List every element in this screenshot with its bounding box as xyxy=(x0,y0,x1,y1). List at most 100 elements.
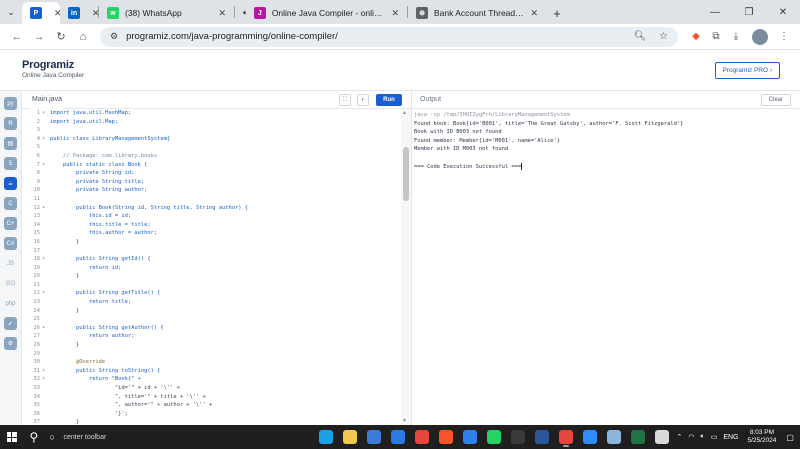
code-line[interactable]: 18 ▾ public String getId() { xyxy=(22,255,400,264)
fold-chevron-icon[interactable] xyxy=(42,350,50,359)
back-icon[interactable]: ← xyxy=(6,31,28,43)
code-line[interactable]: 13 this.id = id; xyxy=(22,212,400,221)
forward-icon[interactable]: → xyxy=(28,31,50,43)
code-line[interactable]: 29 xyxy=(22,350,400,359)
excel-icon[interactable] xyxy=(628,427,648,447)
php-icon[interactable]: php xyxy=(4,297,17,310)
fold-chevron-icon[interactable]: ▾ xyxy=(42,135,50,144)
code-line[interactable]: 36 '}'; xyxy=(22,410,400,419)
search-icon[interactable]: ⚲ xyxy=(23,430,44,444)
volume-icon[interactable]: 🔈︎ xyxy=(701,433,705,441)
fold-chevron-icon[interactable] xyxy=(42,178,50,187)
reload-icon[interactable]: ↻ xyxy=(50,30,72,43)
tray-overflow-chevron-icon[interactable]: ⌃ xyxy=(677,433,683,441)
code-line[interactable]: 27 return author; xyxy=(22,332,400,341)
html-icon[interactable]: 5 xyxy=(4,157,17,170)
word-icon[interactable] xyxy=(532,427,552,447)
code-line[interactable]: 32 ▾ return "Book{" + xyxy=(22,375,400,384)
fold-chevron-icon[interactable] xyxy=(42,126,50,135)
fold-chevron-icon[interactable]: ▾ xyxy=(42,375,50,384)
fold-chevron-icon[interactable] xyxy=(42,152,50,161)
chrome-active-icon[interactable] xyxy=(556,427,576,447)
code-line[interactable]: 12 ▾ public Book(String id, String title,… xyxy=(22,204,400,213)
fold-chevron-icon[interactable]: ▾ xyxy=(42,289,50,298)
brave-icon[interactable] xyxy=(436,427,456,447)
fold-chevron-icon[interactable] xyxy=(42,281,50,290)
tab-bank-account[interactable]: ⊛ Bank Account Threads Simulati ✕ xyxy=(408,2,546,24)
programiz-pro-button[interactable]: Programiz PRO › xyxy=(714,62,780,79)
fold-chevron-icon[interactable]: ▾ xyxy=(42,367,50,376)
url-bar[interactable]: ⚙︎ programiz.com/java-programming/online… xyxy=(100,26,678,47)
task-view-icon[interactable]: ○ xyxy=(45,432,60,442)
url-text[interactable]: programiz.com/java-programming/online-co… xyxy=(126,31,624,42)
code-line[interactable]: 22 ▾ public String getTitle() { xyxy=(22,289,400,298)
profile-avatar[interactable] xyxy=(752,28,768,45)
restore-icon[interactable]: ❐ xyxy=(732,7,766,18)
tab-programiz[interactable]: P ✕ xyxy=(22,2,60,24)
fold-chevron-icon[interactable] xyxy=(42,332,50,341)
editor-scrollbar[interactable]: ▲ ▼ xyxy=(401,109,411,425)
code-line[interactable]: 15 this.author = author; xyxy=(22,229,400,238)
wifi-icon[interactable]: ◠ xyxy=(688,433,694,441)
menu-dots-icon[interactable]: ⋮ xyxy=(774,31,794,42)
zoom-icon[interactable] xyxy=(580,427,600,447)
speaker-icon[interactable]: 🔈︎ xyxy=(243,8,248,18)
minimize-icon[interactable]: — xyxy=(698,7,732,18)
brave-extension-icon[interactable]: ◆ xyxy=(686,31,706,42)
close-icon[interactable]: ✕ xyxy=(530,8,538,19)
fold-chevron-icon[interactable] xyxy=(42,247,50,256)
clock[interactable]: 8:03 PM 5/25/2024 xyxy=(748,429,777,445)
scroll-down-icon[interactable]: ▼ xyxy=(402,418,407,424)
fold-chevron-icon[interactable] xyxy=(42,410,50,419)
run-button[interactable]: Run xyxy=(376,94,402,106)
code-line[interactable]: 10 private String author; xyxy=(22,186,400,195)
code-line[interactable]: 28 } xyxy=(22,341,400,350)
tab-linkedin[interactable]: in ✕ xyxy=(60,2,98,24)
programiz-logo[interactable]: Programiz Online Java Compiler xyxy=(22,59,84,79)
fold-chevron-icon[interactable]: ▾ xyxy=(42,161,50,170)
taskbar-search-text[interactable]: center toolbar xyxy=(60,434,226,441)
code-line[interactable]: 19 return id; xyxy=(22,264,400,273)
fold-chevron-icon[interactable]: ▾ xyxy=(42,109,50,118)
fold-chevron-icon[interactable] xyxy=(42,212,50,221)
java-icon[interactable]: ☕︎ xyxy=(4,177,17,190)
language-indicator[interactable]: ENG xyxy=(723,434,738,441)
go-icon[interactable]: GO xyxy=(4,277,17,290)
terminal-icon[interactable] xyxy=(508,427,528,447)
code-line[interactable]: 25 xyxy=(22,315,400,324)
fold-chevron-icon[interactable] xyxy=(42,238,50,247)
fold-chevron-icon[interactable] xyxy=(42,272,50,281)
code-line[interactable]: 34 ", title='" + title + '\'' + xyxy=(22,393,400,402)
code-line[interactable]: 23 return title; xyxy=(22,298,400,307)
fold-chevron-icon[interactable] xyxy=(42,341,50,350)
fullscreen-icon[interactable]: ⛶ xyxy=(339,94,351,106)
mail-icon[interactable] xyxy=(388,427,408,447)
js-icon[interactable]: JS xyxy=(4,257,17,270)
store-icon[interactable] xyxy=(364,427,384,447)
fold-chevron-icon[interactable] xyxy=(42,169,50,178)
code-line[interactable]: 17 xyxy=(22,247,400,256)
code-line[interactable]: 24 } xyxy=(22,307,400,316)
code-line[interactable]: 33 "id='" + id + '\'' + xyxy=(22,384,400,393)
code-line[interactable]: 16 } xyxy=(22,238,400,247)
fold-chevron-icon[interactable] xyxy=(42,393,50,402)
home-icon[interactable]: ⌂ xyxy=(72,31,94,43)
sql-icon[interactable]: ▤ xyxy=(4,137,17,150)
python-icon[interactable]: py xyxy=(4,97,17,110)
bookmark-star-icon[interactable]: ☆ xyxy=(659,31,668,42)
cpp-icon[interactable]: C+ xyxy=(4,217,17,230)
code-line[interactable]: 7 ▾ public static class Book { xyxy=(22,161,400,170)
extensions-puzzle-icon[interactable]: ⧉ xyxy=(706,31,726,42)
code-line[interactable]: 30 @Override xyxy=(22,358,400,367)
close-icon[interactable]: ✕ xyxy=(391,8,399,19)
tab-whatsapp[interactable]: w (38) WhatsApp ✕ xyxy=(99,2,234,24)
fold-chevron-icon[interactable] xyxy=(42,401,50,410)
start-button[interactable] xyxy=(0,432,23,442)
new-tab-plus-icon[interactable]: + xyxy=(546,2,568,24)
file-tab-main-java[interactable]: Main.java xyxy=(30,91,64,109)
fold-chevron-icon[interactable] xyxy=(42,418,50,425)
csharp-icon[interactable]: C# xyxy=(4,237,17,250)
tab-search-chevron-icon[interactable]: ⌄ xyxy=(0,0,22,24)
code-line[interactable]: 3 xyxy=(22,126,400,135)
edge-icon[interactable] xyxy=(316,427,336,447)
